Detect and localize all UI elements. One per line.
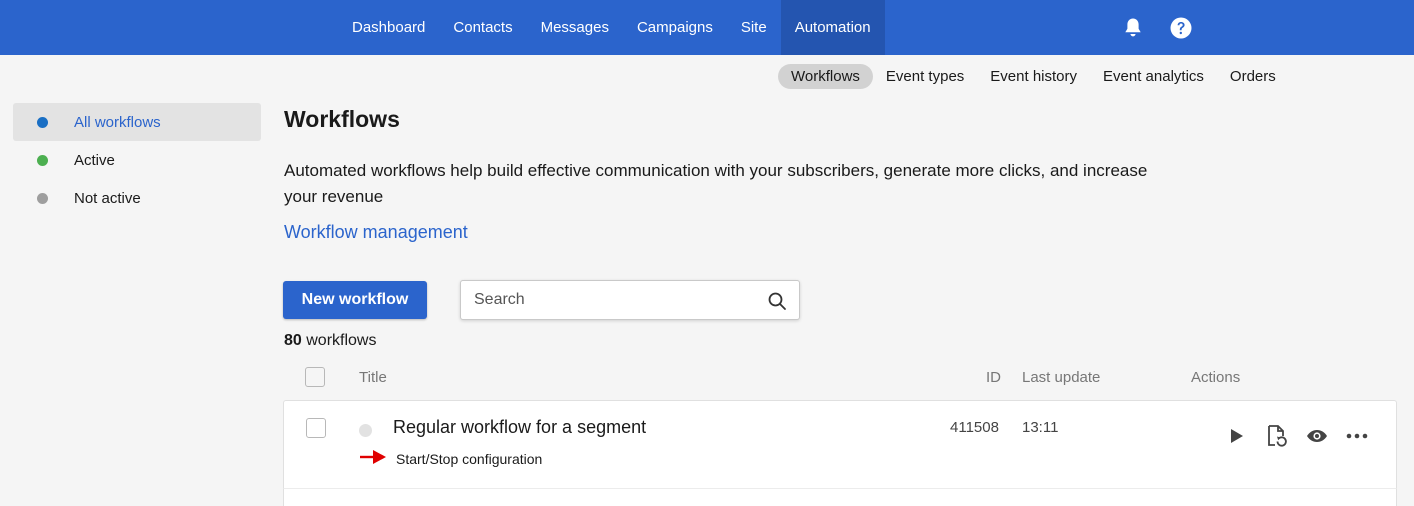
filter-all-workflows[interactable]: All workflows (13, 103, 261, 141)
top-icons (1120, 0, 1194, 55)
play-icon[interactable] (1224, 423, 1250, 449)
subnav-workflows[interactable]: Workflows (778, 64, 873, 89)
page-description: Automated workflows help build effective… (284, 161, 1148, 206)
column-title[interactable]: Title (359, 369, 387, 386)
column-id[interactable]: ID (986, 369, 1001, 386)
nav-messages[interactable]: Messages (527, 0, 623, 55)
main-nav: Dashboard Contacts Messages Campaigns Si… (338, 0, 885, 55)
column-actions: Actions (1191, 369, 1241, 386)
nav-site[interactable]: Site (727, 0, 781, 55)
workflow-id: 411508 (950, 419, 999, 436)
workflow-count: 80 workflows (284, 332, 376, 350)
red-arrow-icon (360, 450, 386, 464)
subnav-event-types[interactable]: Event types (873, 64, 977, 89)
filter-not-active[interactable]: Not active (13, 179, 261, 217)
top-navigation-bar: Dashboard Contacts Messages Campaigns Si… (0, 0, 1414, 55)
status-dot-icon (37, 192, 48, 204)
status-dot-icon (37, 116, 48, 128)
filter-label: Active (74, 151, 115, 169)
nav-dashboard[interactable]: Dashboard (338, 0, 439, 55)
workflow-filter-sidebar: All workflows Active Not active (13, 103, 261, 217)
status-dot-icon (37, 154, 48, 166)
subnav-event-analytics[interactable]: Event analytics (1090, 64, 1217, 89)
select-all-checkbox[interactable] (305, 367, 325, 387)
workflow-last-update: 13:11 (1022, 419, 1059, 436)
nav-contacts[interactable]: Contacts (439, 0, 526, 55)
eye-icon[interactable] (1304, 423, 1330, 449)
search-icon[interactable] (767, 291, 787, 311)
table-row: Regular workflow for a segment Start/Sto… (283, 400, 1397, 489)
bell-icon[interactable] (1120, 15, 1146, 41)
workflow-count-label: workflows (306, 332, 377, 349)
workflow-management-link[interactable]: Workflow management (284, 222, 468, 243)
filter-label: All workflows (74, 113, 161, 131)
row-actions (1224, 423, 1370, 449)
table-row (283, 488, 1397, 506)
column-last-update[interactable]: Last update (1022, 369, 1100, 386)
subnav-event-history[interactable]: Event history (977, 64, 1090, 89)
automation-subnav: Workflows Event types Event history Even… (778, 64, 1289, 89)
search-box (460, 280, 800, 320)
subnav-orders[interactable]: Orders (1217, 64, 1289, 89)
row-checkbox[interactable] (306, 418, 326, 438)
workflow-title[interactable]: Regular workflow for a segment (393, 417, 646, 438)
nav-automation[interactable]: Automation (780, 0, 885, 55)
nav-campaigns[interactable]: Campaigns (623, 0, 727, 55)
workflow-count-number: 80 (284, 332, 302, 349)
filter-label: Not active (74, 189, 141, 207)
workflow-subtitle: Start/Stop configuration (396, 451, 543, 467)
new-workflow-button[interactable]: New workflow (283, 281, 427, 319)
filter-active[interactable]: Active (13, 141, 261, 179)
search-input[interactable] (461, 281, 761, 319)
more-icon[interactable] (1344, 423, 1370, 449)
status-dot-icon (359, 424, 372, 437)
page-title: Workflows (284, 106, 400, 132)
table-header: Title ID Last update Actions (283, 362, 1397, 392)
restore-icon[interactable] (1264, 423, 1290, 449)
help-icon[interactable] (1168, 15, 1194, 41)
